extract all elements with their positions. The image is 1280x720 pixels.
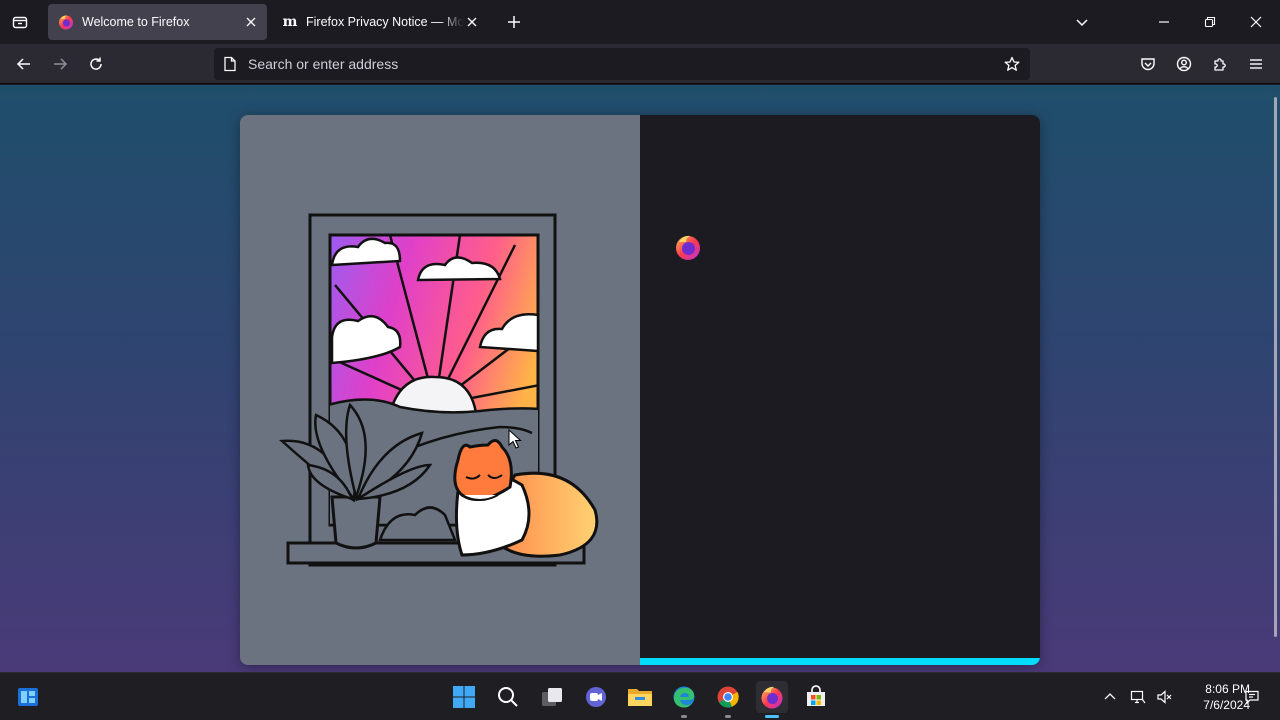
firefox-logo-icon	[676, 235, 700, 260]
hamburger-menu-icon	[1250, 59, 1262, 69]
edge-icon	[673, 686, 695, 708]
list-all-tabs-button[interactable]	[1068, 8, 1096, 36]
chrome-icon	[717, 686, 739, 708]
reload-button[interactable]	[82, 50, 110, 78]
network-icon	[1130, 690, 1146, 704]
tab-firefox-privacy-notice[interactable]: m Firefox Privacy Notice — Mozilla	[272, 4, 488, 40]
vertical-scrollbar[interactable]	[1274, 97, 1277, 637]
back-button[interactable]	[10, 50, 38, 78]
open-menu-button[interactable]	[1242, 50, 1270, 78]
microsoft-store-button[interactable]	[800, 681, 832, 713]
volume-muted-icon	[1157, 690, 1172, 704]
task-view-button[interactable]	[536, 681, 568, 713]
system-clock[interactable]: 8:06 PM 7/6/2024	[1180, 681, 1250, 713]
running-indicator	[725, 715, 731, 718]
show-hidden-icons-button[interactable]	[1100, 687, 1120, 707]
bookmark-star-button[interactable]	[998, 50, 1026, 78]
window-minimize-button[interactable]	[1150, 8, 1178, 36]
illustration-panel	[240, 115, 640, 665]
widgets-icon	[18, 688, 38, 706]
windows-taskbar: 8:06 PM 7/6/2024	[0, 672, 1280, 720]
search-icon	[498, 687, 518, 707]
account-icon	[1176, 56, 1192, 72]
file-explorer-button[interactable]	[624, 681, 656, 713]
clock-time: 8:06 PM	[1205, 682, 1250, 696]
notifications-button[interactable]	[1242, 687, 1262, 707]
arrow-right-icon	[54, 58, 68, 70]
volume-button[interactable]	[1154, 687, 1174, 707]
window-restore-button[interactable]	[1196, 8, 1224, 36]
chrome-browser-button[interactable]	[712, 681, 744, 718]
chat-button[interactable]	[580, 681, 612, 713]
store-icon	[807, 685, 825, 706]
tab-close-icon[interactable]	[243, 14, 259, 30]
firefox-taskbar-button[interactable]	[756, 681, 788, 718]
widgets-button[interactable]	[12, 681, 44, 713]
chevron-up-icon	[1104, 693, 1116, 700]
account-button[interactable]	[1170, 50, 1198, 78]
pocket-icon	[1141, 58, 1155, 71]
close-icon	[1250, 16, 1262, 28]
edge-browser-button[interactable]	[668, 681, 700, 718]
fox-window-illustration	[279, 213, 599, 567]
clock-date: 7/6/2024	[1203, 698, 1250, 712]
extensions-button[interactable]	[1206, 50, 1234, 78]
folder-icon	[628, 689, 652, 706]
onboarding-info-panel	[640, 115, 1040, 665]
onboarding-dialog	[240, 115, 1040, 665]
tab-close-icon[interactable]	[464, 14, 480, 30]
network-status-button[interactable]	[1128, 687, 1148, 707]
tab-title: Firefox Privacy Notice — Mozilla	[306, 15, 464, 29]
mouse-cursor-icon	[508, 429, 522, 449]
new-tab-button[interactable]	[500, 8, 528, 36]
start-button[interactable]	[448, 681, 480, 713]
chevron-down-icon	[1076, 19, 1088, 27]
notification-icon	[1245, 690, 1259, 705]
star-icon	[1004, 56, 1020, 71]
teams-chat-icon	[586, 687, 606, 707]
page-icon	[222, 56, 238, 72]
arrow-left-icon	[16, 58, 30, 70]
window-close-button[interactable]	[1242, 8, 1270, 36]
url-input[interactable]	[248, 56, 1030, 72]
tab-manager-icon	[12, 16, 28, 29]
minimize-icon	[1159, 21, 1169, 23]
taskbar-search-button[interactable]	[492, 681, 524, 713]
page-content	[0, 85, 1280, 672]
mozilla-m-icon: m	[282, 14, 298, 30]
firefox-icon	[761, 686, 783, 709]
tab-bar: Welcome to Firefox m Firefox Privacy Not…	[0, 0, 1280, 44]
running-indicator-active	[765, 715, 779, 718]
firefox-icon	[58, 14, 74, 30]
plus-icon	[508, 16, 520, 28]
forward-button[interactable]	[46, 50, 74, 78]
reload-icon	[90, 57, 102, 70]
restore-icon	[1204, 16, 1216, 28]
windows-logo-icon	[453, 686, 475, 708]
save-to-pocket-button[interactable]	[1134, 50, 1162, 78]
task-view-icon	[542, 688, 562, 706]
onboarding-progress-bar	[640, 658, 1040, 665]
tab-title: Welcome to Firefox	[82, 15, 190, 29]
running-indicator	[681, 715, 687, 718]
address-bar[interactable]	[214, 48, 1030, 80]
navigation-toolbar	[0, 44, 1280, 84]
tab-manager-button[interactable]	[6, 8, 34, 36]
puzzle-piece-icon	[1214, 58, 1226, 71]
tab-welcome-to-firefox[interactable]: Welcome to Firefox	[48, 4, 267, 40]
